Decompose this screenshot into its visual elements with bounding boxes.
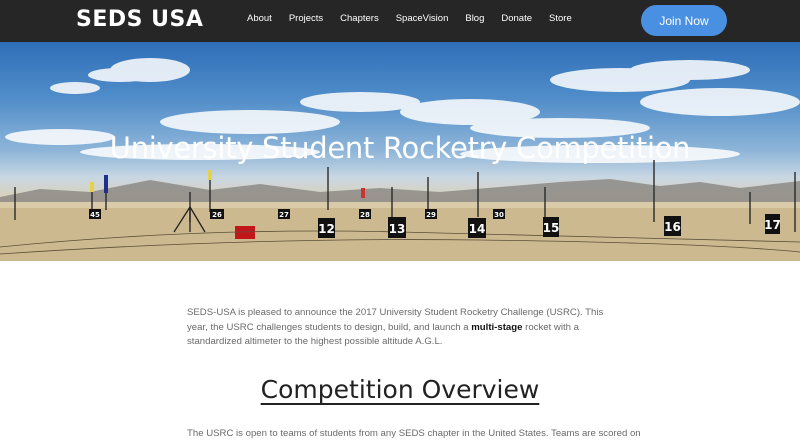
hero-banner: 45 26 27 28 12 13 29 14 30 15 16 17 Univ…: [0, 42, 800, 261]
site-logo[interactable]: SEDS USA: [76, 7, 203, 32]
overview-heading: Competition Overview: [260, 375, 540, 404]
overview-paragraph: The USRC is open to teams of students fr…: [187, 428, 641, 439]
nav-item-blog[interactable]: Blog: [465, 13, 484, 24]
nav-item-store[interactable]: Store: [549, 13, 572, 24]
pad-number-27: 27: [279, 211, 289, 219]
join-now-button[interactable]: Join Now: [641, 5, 727, 36]
pad-number-26: 26: [212, 211, 222, 219]
pad-number-30: 30: [494, 211, 504, 219]
pad-number-45: 45: [90, 211, 100, 219]
pad-number-13: 13: [389, 222, 406, 236]
pad-number-17: 17: [764, 218, 781, 232]
pad-number-29: 29: [426, 211, 436, 219]
nav-item-chapters[interactable]: Chapters: [340, 13, 379, 24]
nav-item-projects[interactable]: Projects: [289, 13, 323, 24]
pad-number-15: 15: [543, 221, 560, 235]
overview-section-heading: Competition Overview: [0, 375, 800, 404]
pad-number-16: 16: [664, 220, 681, 234]
nav-item-donate[interactable]: Donate: [501, 13, 532, 24]
nav-item-spacevision[interactable]: SpaceVision: [396, 13, 449, 24]
pad-number-14: 14: [469, 222, 486, 236]
intro-bold-multistage: multi-stage: [471, 321, 523, 333]
hero-title: University Student Rocketry Competition: [109, 131, 691, 165]
nav-item-about[interactable]: About: [247, 13, 272, 24]
top-nav: SEDS USA About Projects Chapters SpaceVi…: [0, 0, 800, 42]
pad-number-28: 28: [360, 211, 370, 219]
main-menu: About Projects Chapters SpaceVision Blog…: [247, 13, 589, 24]
pad-number-12: 12: [318, 222, 335, 236]
intro-paragraph: SEDS-USA is pleased to announce the 2017…: [187, 306, 617, 350]
